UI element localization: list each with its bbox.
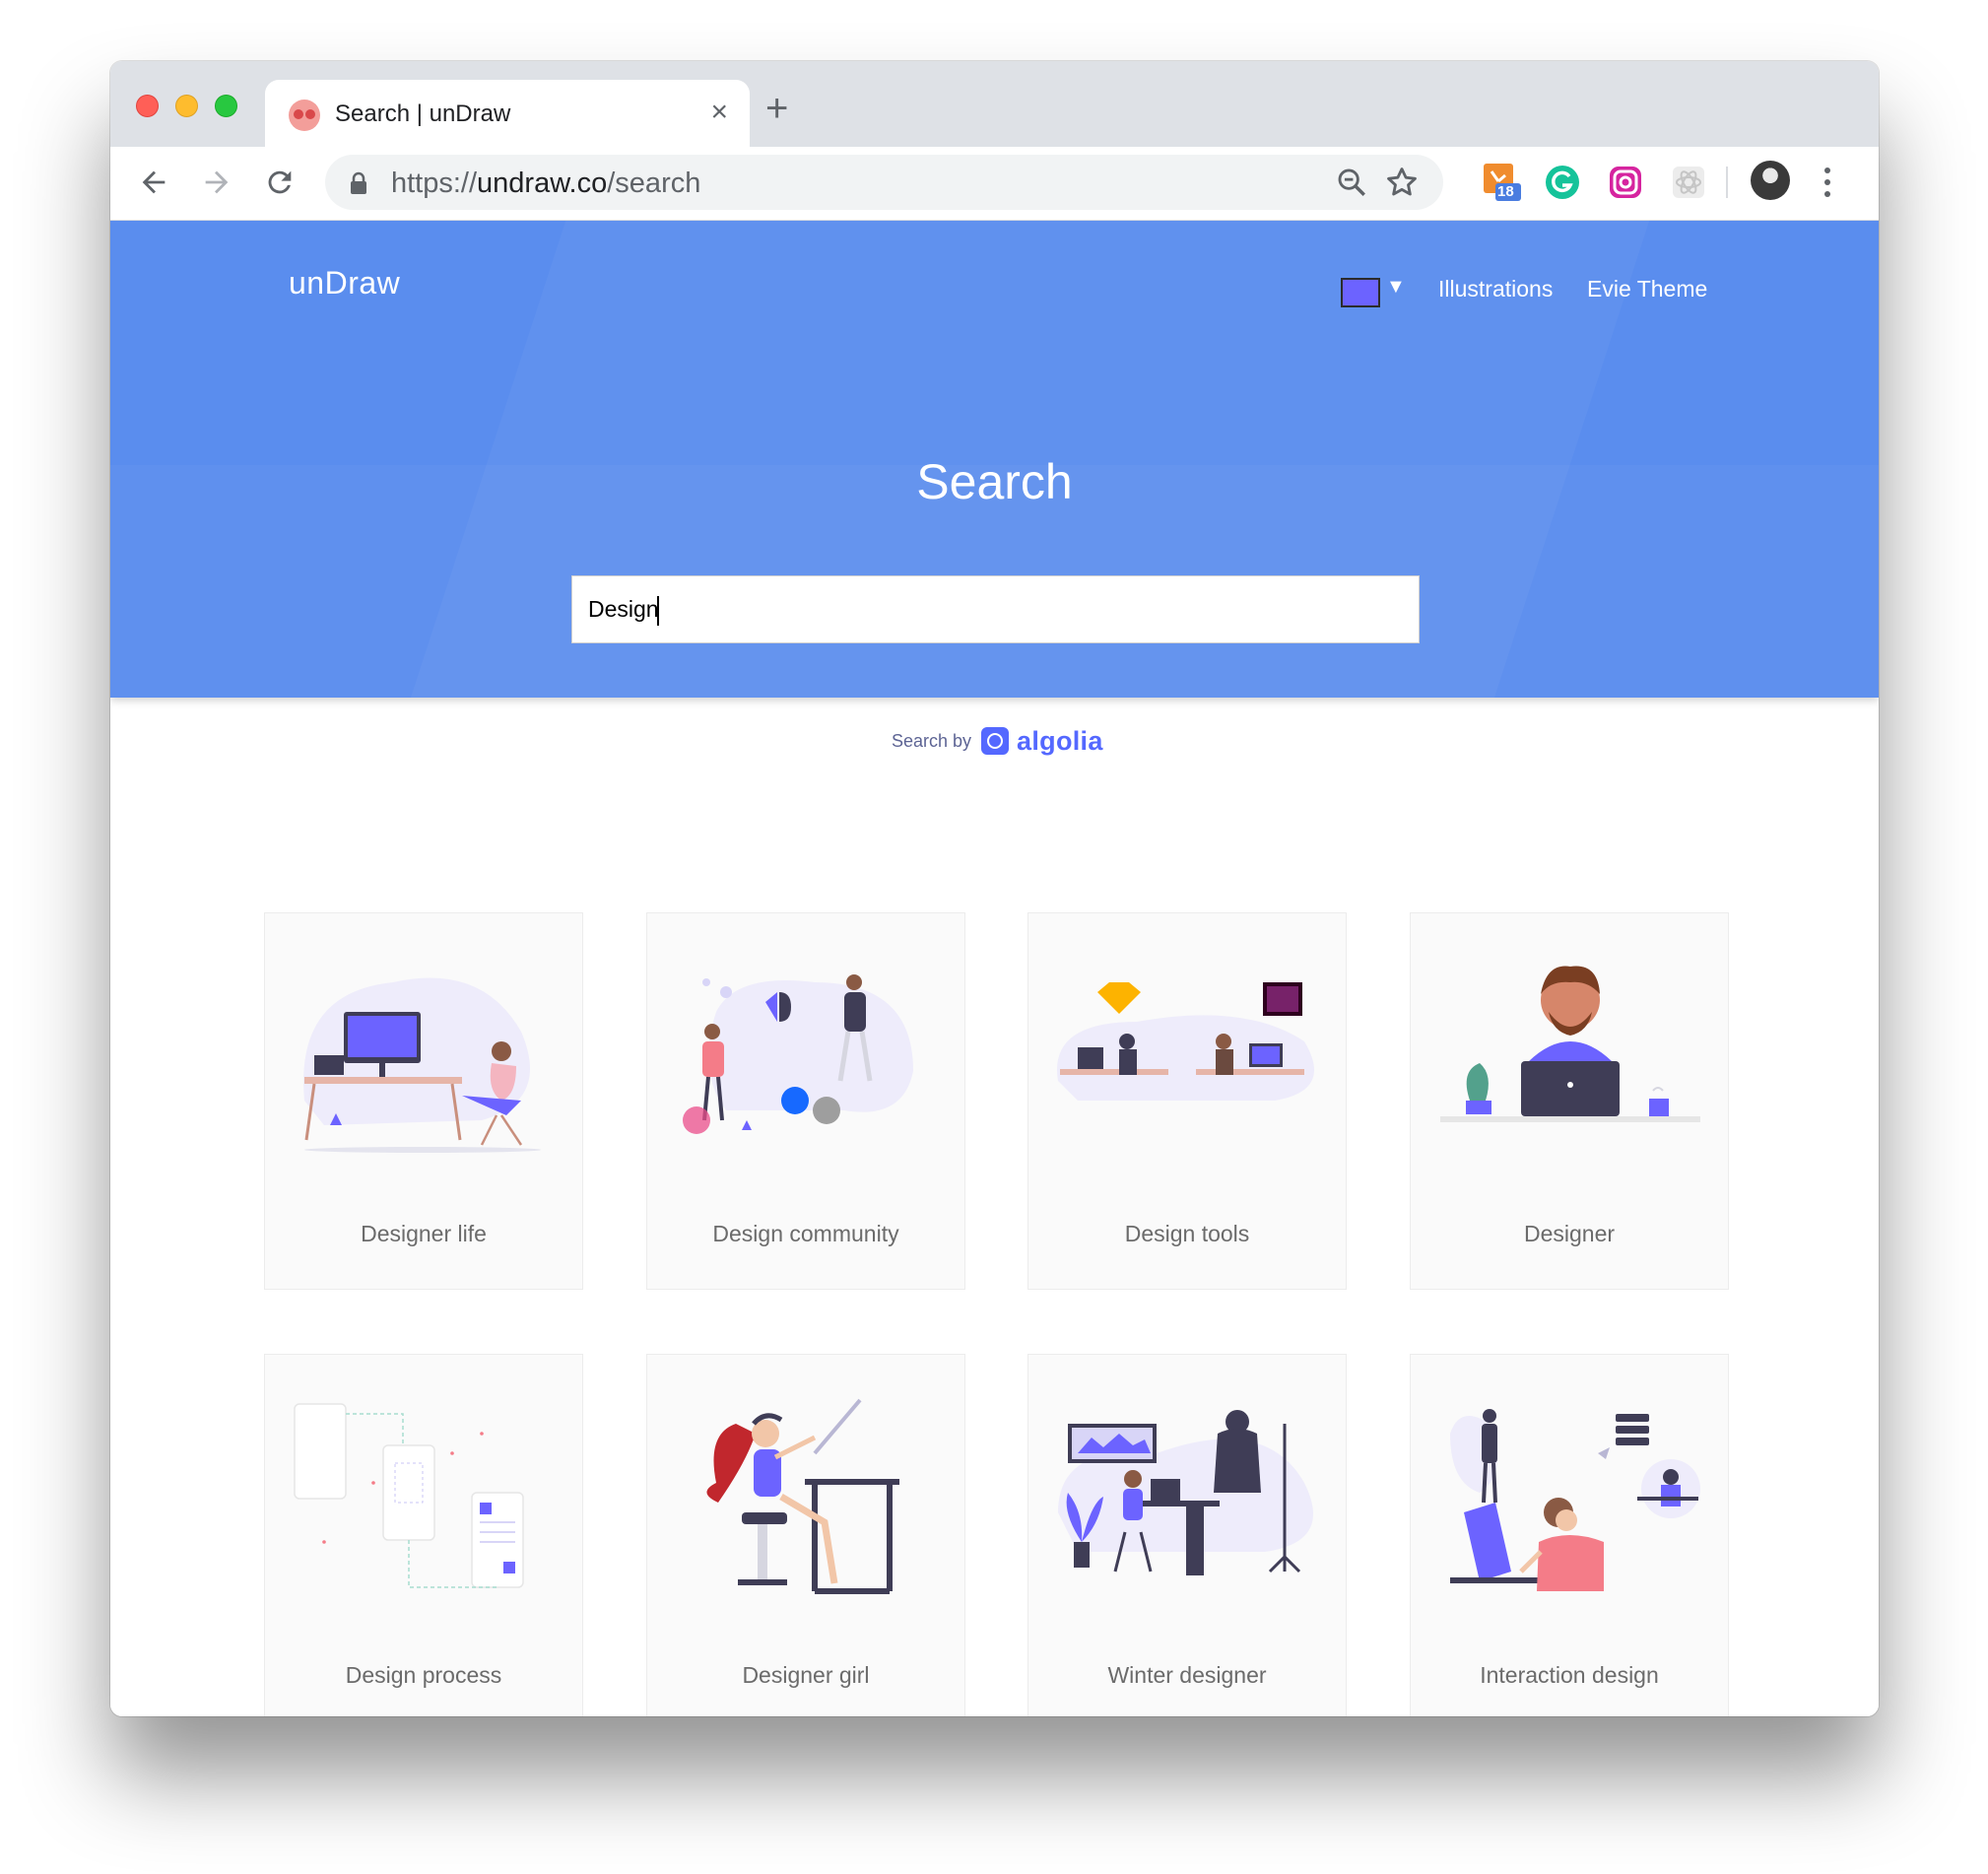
page-content: unDraw ▼ Illustrations Evie Theme Search…: [110, 221, 1879, 1716]
illustration-card-winter-designer[interactable]: Winter designer: [1027, 1354, 1347, 1716]
reload-button[interactable]: [258, 161, 301, 204]
designer-illustration-icon: [1440, 966, 1700, 1122]
search-input[interactable]: [588, 576, 1396, 642]
new-tab-button[interactable]: +: [765, 89, 788, 128]
interaction-design-illustration-icon: [1450, 1409, 1700, 1591]
browser-window: Search | unDraw × + https://undraw.co/se…: [110, 61, 1879, 1716]
illustration-card-designer-girl[interactable]: Designer girl: [646, 1354, 965, 1716]
card-title: Design process: [345, 1662, 502, 1688]
card-title: Winter designer: [1107, 1662, 1267, 1688]
nav-link-evie-theme[interactable]: Evie Theme: [1587, 276, 1707, 302]
card-title: Design tools: [1124, 1221, 1250, 1246]
algolia-wordmark: algolia: [1017, 725, 1103, 756]
browser-toolbar: https://undraw.co/search 18: [110, 147, 1879, 221]
illustration-card-design-tools[interactable]: Design tools: [1027, 912, 1347, 1290]
card-title: Designer: [1523, 1221, 1616, 1246]
extension-calendar-icon[interactable]: 18: [1484, 164, 1521, 201]
extension-badge: 18: [1497, 183, 1514, 200]
close-window-button[interactable]: [136, 95, 159, 117]
search-attribution[interactable]: Search by algolia: [892, 726, 1103, 756]
tab-strip: Search | unDraw × +: [110, 61, 1879, 149]
designer-girl-illustration-icon: [706, 1398, 899, 1594]
card-title: Design community: [712, 1221, 899, 1246]
attribution-label: Search by: [892, 730, 972, 751]
profile-avatar[interactable]: [1751, 161, 1790, 200]
address-bar[interactable]: https://undraw.co/search: [325, 155, 1443, 210]
algolia-icon: [981, 727, 1010, 755]
card-title: Designer girl: [742, 1662, 870, 1688]
design-community-illustration-icon: [683, 974, 913, 1134]
illustration-card-designer-life[interactable]: Designer life: [264, 912, 583, 1290]
card-title: Interaction design: [1480, 1662, 1659, 1688]
toolbar-separator: [1726, 167, 1728, 198]
hero-header: unDraw ▼ Illustrations Evie Theme Search: [110, 221, 1879, 698]
nav-link-illustrations[interactable]: Illustrations: [1438, 276, 1553, 302]
tab-title: Search | unDraw: [335, 100, 511, 127]
url-text: https://undraw.co/search: [391, 167, 701, 199]
winter-designer-illustration-icon: [1058, 1410, 1313, 1575]
illustration-card-design-process[interactable]: Design process: [264, 1354, 583, 1716]
tab-active[interactable]: Search | unDraw ×: [265, 80, 750, 149]
bookmark-star-icon[interactable]: [1385, 166, 1419, 199]
arrow-left-icon: [142, 170, 166, 194]
more-options-icon[interactable]: [1821, 161, 1834, 204]
lock-icon: [351, 171, 366, 194]
undraw-favicon-icon: [289, 100, 320, 131]
text-cursor: [657, 596, 659, 626]
site-logo[interactable]: unDraw: [289, 265, 400, 301]
maximize-window-button[interactable]: [215, 95, 237, 117]
page-title: Search: [916, 454, 1073, 509]
instagram-icon[interactable]: [1607, 164, 1644, 201]
designer-life-illustration-icon: [303, 977, 541, 1153]
color-picker-swatch[interactable]: [1341, 278, 1380, 307]
design-process-illustration-icon: [294, 1403, 524, 1588]
illustration-card-designer[interactable]: Designer: [1410, 912, 1729, 1290]
reload-icon: [268, 170, 292, 194]
react-devtools-icon[interactable]: [1670, 164, 1707, 201]
search-box[interactable]: [571, 575, 1420, 643]
illustration-card-design-community[interactable]: Design community: [646, 912, 965, 1290]
minimize-window-button[interactable]: [175, 95, 198, 117]
tab-close-icon[interactable]: ×: [710, 98, 728, 127]
zoom-out-icon[interactable]: [1335, 166, 1368, 199]
back-button[interactable]: [132, 161, 175, 204]
design-tools-illustration-icon: [1057, 982, 1314, 1101]
illustration-card-interaction-design[interactable]: Interaction design: [1410, 1354, 1729, 1716]
forward-button[interactable]: [195, 161, 238, 204]
chevron-down-icon[interactable]: ▼: [1386, 276, 1406, 299]
arrow-right-icon: [205, 170, 229, 194]
grammarly-icon[interactable]: [1544, 164, 1581, 201]
card-title: Designer life: [361, 1221, 487, 1246]
